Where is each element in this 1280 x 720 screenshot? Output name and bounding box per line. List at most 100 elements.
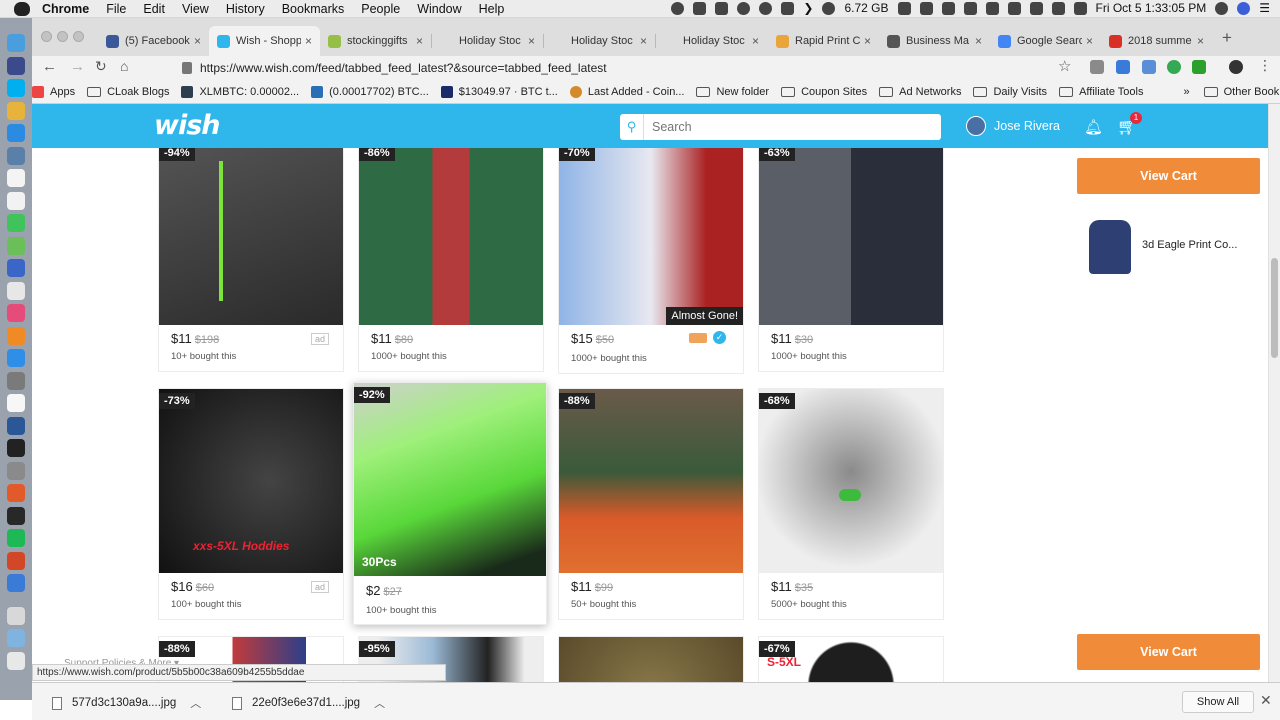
- tab-2018-summer[interactable]: 2018 summe ×: [1101, 26, 1212, 56]
- close-tab-icon[interactable]: ×: [752, 34, 759, 48]
- close-tab-icon[interactable]: ×: [1197, 34, 1204, 48]
- product-image[interactable]: -73% xxs-5XL Hoddies: [159, 389, 343, 573]
- close-window-icon[interactable]: [41, 31, 52, 42]
- check-icon[interactable]: [737, 1, 751, 15]
- flower-icon[interactable]: [7, 484, 25, 502]
- safari-icon[interactable]: [7, 124, 25, 142]
- tab-business-manager[interactable]: Business Ma ×: [879, 26, 990, 56]
- product-image[interactable]: -92% 30Pcs: [354, 383, 546, 576]
- memory-readout[interactable]: 6.72 GB: [844, 1, 888, 15]
- zoom-window-icon[interactable]: [73, 31, 84, 42]
- back-button[interactable]: ←: [42, 58, 57, 75]
- display-icon[interactable]: [941, 1, 955, 15]
- folder-icon[interactable]: [7, 629, 25, 647]
- chrome-dock-icon[interactable]: [7, 101, 25, 120]
- finder-icon[interactable]: [7, 34, 25, 52]
- rocket-icon[interactable]: [7, 461, 25, 480]
- menu-file[interactable]: File: [106, 2, 126, 16]
- close-tab-icon[interactable]: ×: [864, 34, 871, 48]
- trash-icon[interactable]: [7, 651, 25, 670]
- menu-view[interactable]: View: [182, 2, 209, 16]
- plex-icon[interactable]: [7, 506, 25, 525]
- tab-google-search[interactable]: Google Searc ×: [990, 26, 1101, 56]
- product-image[interactable]: [559, 637, 743, 682]
- apple-icon[interactable]: [14, 1, 30, 16]
- notes-icon[interactable]: [7, 191, 25, 210]
- close-tab-icon[interactable]: ×: [640, 34, 647, 48]
- close-tab-icon[interactable]: ×: [528, 34, 535, 48]
- bookmark-xlmbtc[interactable]: XLMBTC: 0.00002...: [181, 85, 299, 98]
- tab-holiday-1[interactable]: Holiday Stoc ×: [432, 26, 543, 56]
- tab-holiday-2[interactable]: Holiday Stoc ×: [544, 26, 655, 56]
- bookmark-ad-networks[interactable]: Ad Networks: [879, 86, 961, 98]
- wish-logo[interactable]: wish: [154, 110, 220, 141]
- tab-wish[interactable]: Wish - Shopp ×: [209, 26, 320, 56]
- dropbox-alt-icon[interactable]: [919, 1, 933, 15]
- url-field[interactable]: https://www.wish.com/feed/tabbed_feed_la…: [182, 58, 1094, 78]
- cart-item-name[interactable]: 3d Eagle Print Co...: [1142, 239, 1237, 251]
- close-tab-icon[interactable]: ×: [975, 34, 982, 48]
- calendar-icon[interactable]: [7, 169, 25, 187]
- preview-icon[interactable]: [7, 281, 25, 300]
- scanner-icon[interactable]: [7, 606, 25, 625]
- new-tab-button[interactable]: +: [1222, 28, 1232, 48]
- tab-rapid-print[interactable]: Rapid Print C ×: [768, 26, 879, 56]
- product-image[interactable]: -94%: [159, 148, 343, 325]
- shield-icon[interactable]: [693, 1, 707, 15]
- bookmarks-overflow-chevron[interactable]: »: [1183, 86, 1189, 98]
- product-card[interactable]: -70% Almost Gone! $15 $50 ✓ 1000+ bought …: [558, 148, 744, 374]
- extension-2-icon[interactable]: [1116, 60, 1130, 74]
- menu-edit[interactable]: Edit: [143, 2, 165, 16]
- kebab-menu-icon[interactable]: ⋮: [1258, 57, 1272, 74]
- launchpad-icon[interactable]: [7, 56, 25, 75]
- close-icon[interactable]: ✕: [1260, 692, 1272, 709]
- tab-holiday-3[interactable]: Holiday Stoc ×: [656, 26, 767, 56]
- cloud-icon[interactable]: [963, 1, 977, 15]
- bolt-icon[interactable]: [985, 1, 999, 15]
- textedit-icon[interactable]: [7, 394, 25, 412]
- bluetooth-icon[interactable]: [1007, 1, 1021, 15]
- powerpoint-icon[interactable]: [7, 551, 25, 570]
- bookmark-cloak-blogs[interactable]: CLoak Blogs: [87, 86, 169, 98]
- dropbox-icon[interactable]: [897, 1, 911, 15]
- product-image[interactable]: -88%: [559, 389, 743, 573]
- bookmark-apps[interactable]: Apps: [32, 85, 75, 98]
- chevron-up-icon[interactable]: ︿: [190, 695, 201, 711]
- product-image[interactable]: -68%: [759, 389, 943, 573]
- extension-3-icon[interactable]: [1142, 60, 1156, 74]
- download-item[interactable]: 577d3c130a9a....jpg ︿: [52, 695, 201, 711]
- bell-icon[interactable]: 🔔︎: [1084, 118, 1103, 136]
- menu-window[interactable]: Window: [417, 2, 461, 16]
- extension-5-icon[interactable]: [1192, 60, 1206, 74]
- menu-history[interactable]: History: [226, 2, 265, 16]
- scrollbar-thumb[interactable]: [1271, 258, 1278, 358]
- tab-facebook[interactable]: (5) Facebook ×: [98, 26, 209, 56]
- bookmark-daily-visits[interactable]: Daily Visits: [973, 86, 1047, 98]
- product-card[interactable]: -68% $11 $35 5000+ bought this: [758, 388, 944, 620]
- skype-icon[interactable]: [671, 1, 685, 15]
- wifi-icon[interactable]: [1029, 1, 1043, 15]
- forward-button[interactable]: →: [70, 58, 85, 75]
- minimize-window-icon[interactable]: [57, 31, 68, 42]
- bookmark-last-added[interactable]: Last Added - Coin...: [569, 85, 684, 98]
- messages-icon[interactable]: [7, 214, 25, 232]
- bookmark-new-folder[interactable]: New folder: [696, 86, 769, 98]
- product-image[interactable]: -70% Almost Gone!: [559, 148, 743, 325]
- search-input[interactable]: [644, 120, 924, 134]
- terminal-icon[interactable]: [7, 439, 25, 457]
- clock[interactable]: Fri Oct 5 1:33:05 PM: [1096, 1, 1207, 15]
- profile-icon[interactable]: [1229, 60, 1243, 74]
- product-card[interactable]: -86% $11 $80 1000+ bought this: [358, 148, 544, 372]
- volume-icon[interactable]: [1073, 1, 1087, 15]
- menu-people[interactable]: People: [361, 2, 400, 16]
- product-image[interactable]: -86%: [359, 148, 543, 325]
- menu-bookmarks[interactable]: Bookmarks: [282, 2, 345, 16]
- bookmark-other[interactable]: Other Bookmarks: [1203, 86, 1280, 98]
- tab-stockinggifts[interactable]: stockinggifts ×: [320, 26, 431, 56]
- product-card[interactable]: -63% $11 $30 1000+ bought this: [758, 148, 944, 372]
- maps-icon[interactable]: [7, 236, 25, 255]
- stats-icon[interactable]: [7, 259, 25, 277]
- gear-icon[interactable]: [759, 1, 773, 15]
- bookmark-coupon-sites[interactable]: Coupon Sites: [781, 86, 867, 98]
- word-icon[interactable]: [7, 416, 25, 435]
